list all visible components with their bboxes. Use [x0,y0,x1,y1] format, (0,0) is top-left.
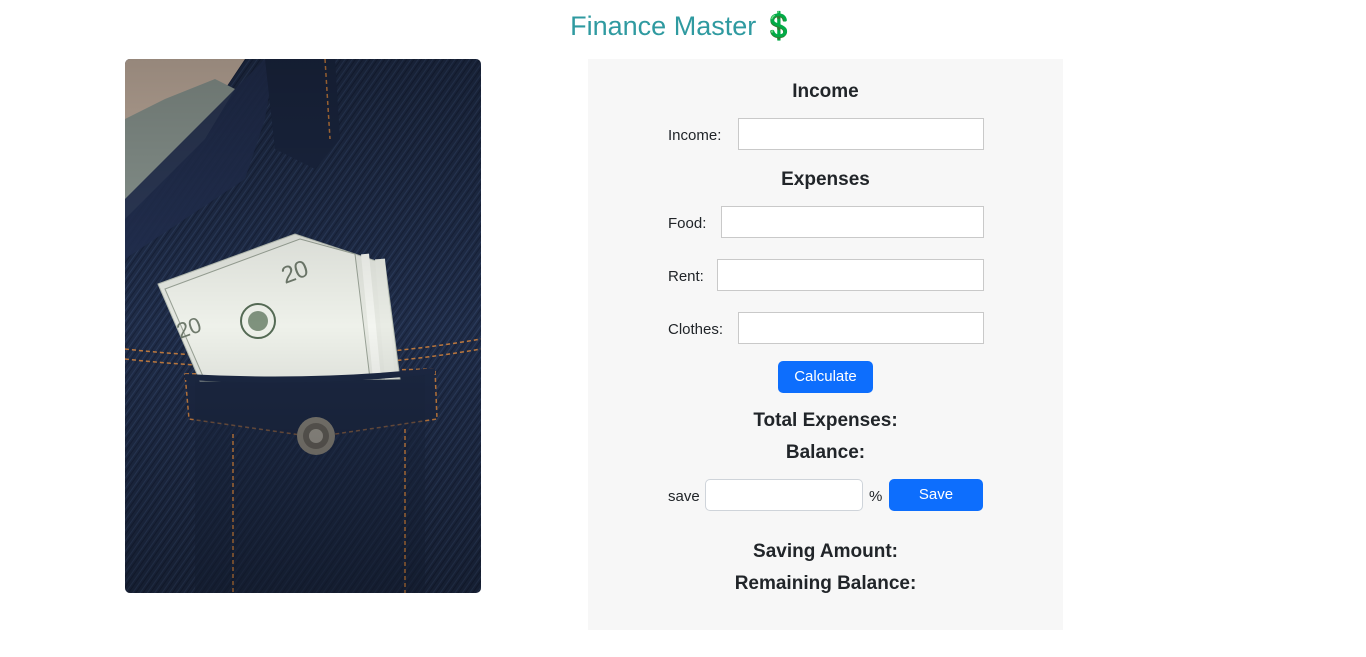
income-label: Income: [668,127,722,144]
saving-amount-label: Saving Amount: [753,541,898,562]
save-percent-input[interactable] [705,479,863,511]
dollar-icon: 💲 [762,11,796,41]
hero-image-money-pocket: 20 20 [125,59,481,593]
save-prefix-label: save [668,488,700,505]
food-input[interactable] [721,206,984,238]
rent-input[interactable] [717,259,984,291]
income-input[interactable] [738,118,984,150]
food-label: Food: [668,215,707,232]
remaining-balance-label: Remaining Balance: [734,573,917,594]
save-button[interactable]: Save [889,479,983,511]
page-title: Finance Master 💲 [0,10,1366,42]
percent-symbol: % [869,488,883,505]
finance-form-panel: Income Income: Expenses Food: Rent: Clot… [588,59,1063,630]
clothes-label: Clothes: [668,321,724,338]
rent-label: Rent: [668,268,704,285]
app-title: Finance Master [570,11,757,41]
clothes-input[interactable] [738,312,984,344]
expenses-heading: Expenses [781,169,870,190]
total-expenses-label: Total Expenses: [753,410,898,431]
income-heading: Income [792,81,859,102]
calculate-button[interactable]: Calculate [778,361,873,393]
balance-label: Balance: [785,442,866,463]
